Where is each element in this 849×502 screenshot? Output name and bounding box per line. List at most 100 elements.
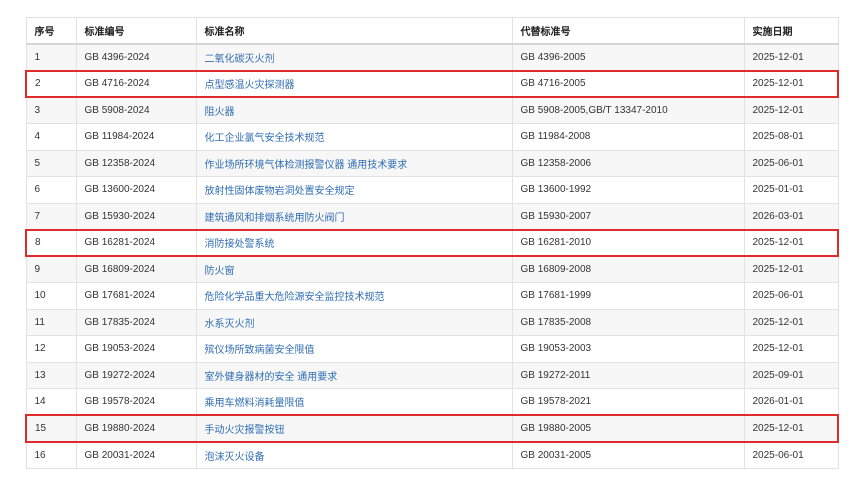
row-standard-name-link[interactable]: 二氧化碳灭火剂 <box>195 43 513 71</box>
row-implementation-date-cell: 2025-12-01 <box>743 69 839 98</box>
row-standard-name-link[interactable]: 危险化学品重大危险源安全监控技术规范 <box>195 282 513 310</box>
header-row: 序号 标准编号 标准名称 代替标准号 实施日期 <box>25 17 839 45</box>
row-standard-name-link[interactable]: 手动火灾报警按钮 <box>195 414 513 443</box>
row-seq-cell: 5 <box>25 149 77 177</box>
row-seq-cell: 1 <box>25 43 77 71</box>
table-row: 6 GB 13600-2024 放射性固体废物岩洞处置安全规定 GB 13600-19… <box>25 176 839 204</box>
row-replaced-standard-cell: GB 16809-2008 <box>511 255 745 283</box>
row-standard-name-link[interactable]: 建筑通风和排烟系统用防火阀门 <box>195 202 513 230</box>
row-replaced-standard-cell: GB 4396-2005 <box>511 43 745 71</box>
row-standard-code-cell: GB 13600-2024 <box>75 176 197 204</box>
row-replaced-standard-cell: GB 12358-2006 <box>511 149 745 177</box>
row-seq-cell: 15 <box>25 414 77 443</box>
row-implementation-date-cell: 2025-06-01 <box>743 441 839 469</box>
row-standard-name-link[interactable]: 消防接处警系统 <box>195 228 513 257</box>
table-row: 9 GB 16809-2024 防火窗 GB 16809-2008 2025-12-01 <box>25 255 839 283</box>
row-replaced-standard-cell: GB 19880-2005 <box>511 414 745 443</box>
table-row: 1 GB 4396-2024 二氧化碳灭火剂 GB 4396-2005 2025-12-… <box>25 43 839 71</box>
row-replaced-standard-cell: GB 5908-2005,GB/T 13347-2010 <box>511 96 745 124</box>
header-implementation-date: 实施日期 <box>743 17 839 45</box>
row-implementation-date-cell: 2025-12-01 <box>743 308 839 336</box>
row-seq-cell: 10 <box>25 282 77 310</box>
row-implementation-date-cell: 2025-08-01 <box>743 123 839 151</box>
standards-table: 序号 标准编号 标准名称 代替标准号 实施日期 1 GB 4396-2024 二氧化… <box>25 17 839 469</box>
row-seq-cell: 11 <box>25 308 77 336</box>
row-implementation-date-cell: 2025-12-01 <box>743 255 839 283</box>
table-row: 15 GB 19880-2024 手动火灾报警按钮 GB 19880-2005 2025… <box>25 414 839 443</box>
row-seq-cell: 13 <box>25 361 77 389</box>
row-replaced-standard-cell: GB 16281-2010 <box>511 228 745 257</box>
row-standard-name-link[interactable]: 防火窗 <box>195 255 513 283</box>
header-standard-name: 标准名称 <box>195 17 513 45</box>
table-row: 8 GB 16281-2024 消防接处警系统 GB 16281-2010 2025-1… <box>25 228 839 257</box>
row-seq-cell: 16 <box>25 441 77 469</box>
row-replaced-standard-cell: GB 19578-2021 <box>511 388 745 416</box>
row-standard-code-cell: GB 16809-2024 <box>75 255 197 283</box>
row-replaced-standard-cell: GB 19272-2011 <box>511 361 745 389</box>
row-implementation-date-cell: 2026-03-01 <box>743 202 839 230</box>
row-standard-name-link[interactable]: 放射性固体废物岩洞处置安全规定 <box>195 176 513 204</box>
row-replaced-standard-cell: GB 17681-1999 <box>511 282 745 310</box>
row-standard-name-link[interactable]: 殡仪场所致病菌安全限值 <box>195 335 513 363</box>
row-standard-code-cell: GB 11984-2024 <box>75 123 197 151</box>
table-row: 5 GB 12358-2024 作业场所环境气体检测报警仪器 通用技术要求 GB 12… <box>25 149 839 177</box>
header-seq: 序号 <box>25 17 77 45</box>
table-row: 11 GB 17835-2024 水系灭火剂 GB 17835-2008 2025-12… <box>25 308 839 336</box>
row-standard-code-cell: GB 20031-2024 <box>75 441 197 469</box>
row-implementation-date-cell: 2026-01-01 <box>743 388 839 416</box>
row-standard-name-link[interactable]: 阻火器 <box>195 96 513 124</box>
row-standard-code-cell: GB 15930-2024 <box>75 202 197 230</box>
row-standard-code-cell: GB 19578-2024 <box>75 388 197 416</box>
row-implementation-date-cell: 2025-12-01 <box>743 96 839 124</box>
row-seq-cell: 6 <box>25 176 77 204</box>
table-row: 2 GB 4716-2024 点型感温火灾探测器 GB 4716-2005 2025-1… <box>25 69 839 98</box>
table-body: 1 GB 4396-2024 二氧化碳灭火剂 GB 4396-2005 2025-12-… <box>25 43 839 469</box>
row-standard-code-cell: GB 4716-2024 <box>75 69 197 98</box>
row-seq-cell: 2 <box>25 69 77 98</box>
row-implementation-date-cell: 2025-09-01 <box>743 361 839 389</box>
table-header: 序号 标准编号 标准名称 代替标准号 实施日期 <box>25 17 839 45</box>
header-standard-code: 标准编号 <box>75 17 197 45</box>
row-standard-name-link[interactable]: 作业场所环境气体检测报警仪器 通用技术要求 <box>195 149 513 177</box>
table-row: 7 GB 15930-2024 建筑通风和排烟系统用防火阀门 GB 15930-200… <box>25 202 839 230</box>
row-standard-name-link[interactable]: 室外健身器材的安全 通用要求 <box>195 361 513 389</box>
row-seq-cell: 14 <box>25 388 77 416</box>
row-standard-name-link[interactable]: 化工企业氯气安全技术规范 <box>195 123 513 151</box>
row-replaced-standard-cell: GB 15930-2007 <box>511 202 745 230</box>
row-seq-cell: 12 <box>25 335 77 363</box>
row-replaced-standard-cell: GB 4716-2005 <box>511 69 745 98</box>
row-seq-cell: 3 <box>25 96 77 124</box>
row-seq-cell: 9 <box>25 255 77 283</box>
table-row: 3 GB 5908-2024 阻火器 GB 5908-2005,GB/T 13347-… <box>25 96 839 124</box>
row-replaced-standard-cell: GB 19053-2003 <box>511 335 745 363</box>
row-replaced-standard-cell: GB 11984-2008 <box>511 123 745 151</box>
row-standard-code-cell: GB 19053-2024 <box>75 335 197 363</box>
table-row: 4 GB 11984-2024 化工企业氯气安全技术规范 GB 11984-2008 2… <box>25 123 839 151</box>
row-implementation-date-cell: 2025-12-01 <box>743 414 839 443</box>
table-row: 14 GB 19578-2024 乘用车燃料消耗量限值 GB 19578-2021 20… <box>25 388 839 416</box>
row-standard-name-link[interactable]: 点型感温火灾探测器 <box>195 69 513 98</box>
row-implementation-date-cell: 2025-12-01 <box>743 228 839 257</box>
row-standard-name-link[interactable]: 泡沫灭火设备 <box>195 441 513 469</box>
row-standard-name-link[interactable]: 乘用车燃料消耗量限值 <box>195 388 513 416</box>
row-implementation-date-cell: 2025-12-01 <box>743 335 839 363</box>
row-standard-code-cell: GB 19880-2024 <box>75 414 197 443</box>
row-standard-code-cell: GB 16281-2024 <box>75 228 197 257</box>
row-replaced-standard-cell: GB 13600-1992 <box>511 176 745 204</box>
row-standard-code-cell: GB 17835-2024 <box>75 308 197 336</box>
row-seq-cell: 7 <box>25 202 77 230</box>
row-standard-code-cell: GB 5908-2024 <box>75 96 197 124</box>
row-implementation-date-cell: 2025-06-01 <box>743 149 839 177</box>
row-replaced-standard-cell: GB 17835-2008 <box>511 308 745 336</box>
table-row: 12 GB 19053-2024 殡仪场所致病菌安全限值 GB 19053-2003 2… <box>25 335 839 363</box>
row-standard-code-cell: GB 12358-2024 <box>75 149 197 177</box>
row-standard-name-link[interactable]: 水系灭火剂 <box>195 308 513 336</box>
header-replaced-standard: 代替标准号 <box>511 17 745 45</box>
row-standard-code-cell: GB 4396-2024 <box>75 43 197 71</box>
row-standard-code-cell: GB 19272-2024 <box>75 361 197 389</box>
table-row: 13 GB 19272-2024 室外健身器材的安全 通用要求 GB 19272-20… <box>25 361 839 389</box>
row-implementation-date-cell: 2025-01-01 <box>743 176 839 204</box>
row-replaced-standard-cell: GB 20031-2005 <box>511 441 745 469</box>
row-implementation-date-cell: 2025-12-01 <box>743 43 839 71</box>
row-implementation-date-cell: 2025-06-01 <box>743 282 839 310</box>
